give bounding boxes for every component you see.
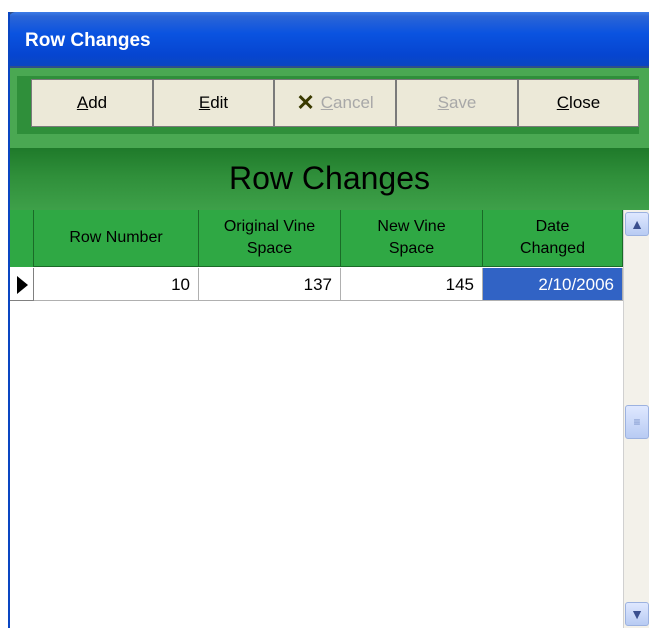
window-left-border — [8, 12, 10, 628]
window-title: Row Changes — [25, 30, 151, 51]
cancel-label: ancel — [333, 93, 374, 112]
close-hotkey: C — [556, 93, 570, 112]
scroll-down-icon[interactable]: ▼ — [625, 602, 649, 626]
column-header-date-changed[interactable]: Date Changed — [483, 210, 623, 267]
column-header-original-vine-space[interactable]: Original Vine Space — [199, 210, 341, 267]
column-header-row-number[interactable]: Row Number — [34, 210, 199, 267]
cell-row-number[interactable]: 10 — [34, 268, 199, 301]
close-label: lose — [569, 93, 601, 112]
cancel-hotkey: C — [320, 93, 334, 112]
vertical-scrollbar[interactable]: ▲ ≡ ▼ — [623, 210, 649, 628]
save-button[interactable]: Save — [396, 79, 518, 127]
form-header: Row Changes — [10, 148, 649, 210]
add-button[interactable]: Add — [31, 79, 153, 127]
cell-date-changed[interactable]: 2/10/2006 — [483, 268, 623, 301]
cell-new-vine-space[interactable]: 145 — [341, 268, 483, 301]
edit-hotkey: E — [198, 93, 211, 112]
edit-button[interactable]: Edit — [153, 79, 274, 127]
add-label: dd — [88, 93, 108, 112]
save-label: ave — [448, 93, 477, 112]
form-heading: Row Changes — [229, 160, 430, 196]
record-selector-header — [10, 210, 34, 267]
row-changes-form: Row Changes Row Number Original Vine Spa… — [10, 148, 649, 628]
row-changes-window: Row Changes Add Edit ✕ Cancel Save Close… — [8, 12, 649, 628]
scroll-thumb[interactable]: ≡ — [625, 405, 649, 439]
cell-original-vine-space[interactable]: 137 — [199, 268, 341, 301]
column-header-new-vine-space[interactable]: New Vine Space — [341, 210, 483, 267]
record-selector[interactable] — [10, 268, 34, 301]
save-hotkey: S — [437, 93, 449, 112]
cancel-x-icon: ✕ — [296, 90, 315, 115]
add-hotkey: A — [76, 93, 89, 112]
title-bar[interactable]: Row Changes — [8, 12, 649, 66]
edit-label: dit — [210, 93, 229, 112]
close-button[interactable]: Close — [518, 79, 639, 127]
toolbar: Add Edit ✕ Cancel Save Close — [10, 68, 649, 148]
cancel-button[interactable]: ✕ Cancel — [274, 79, 396, 127]
current-record-arrow-icon — [17, 276, 28, 294]
scroll-up-icon[interactable]: ▲ — [625, 212, 649, 236]
